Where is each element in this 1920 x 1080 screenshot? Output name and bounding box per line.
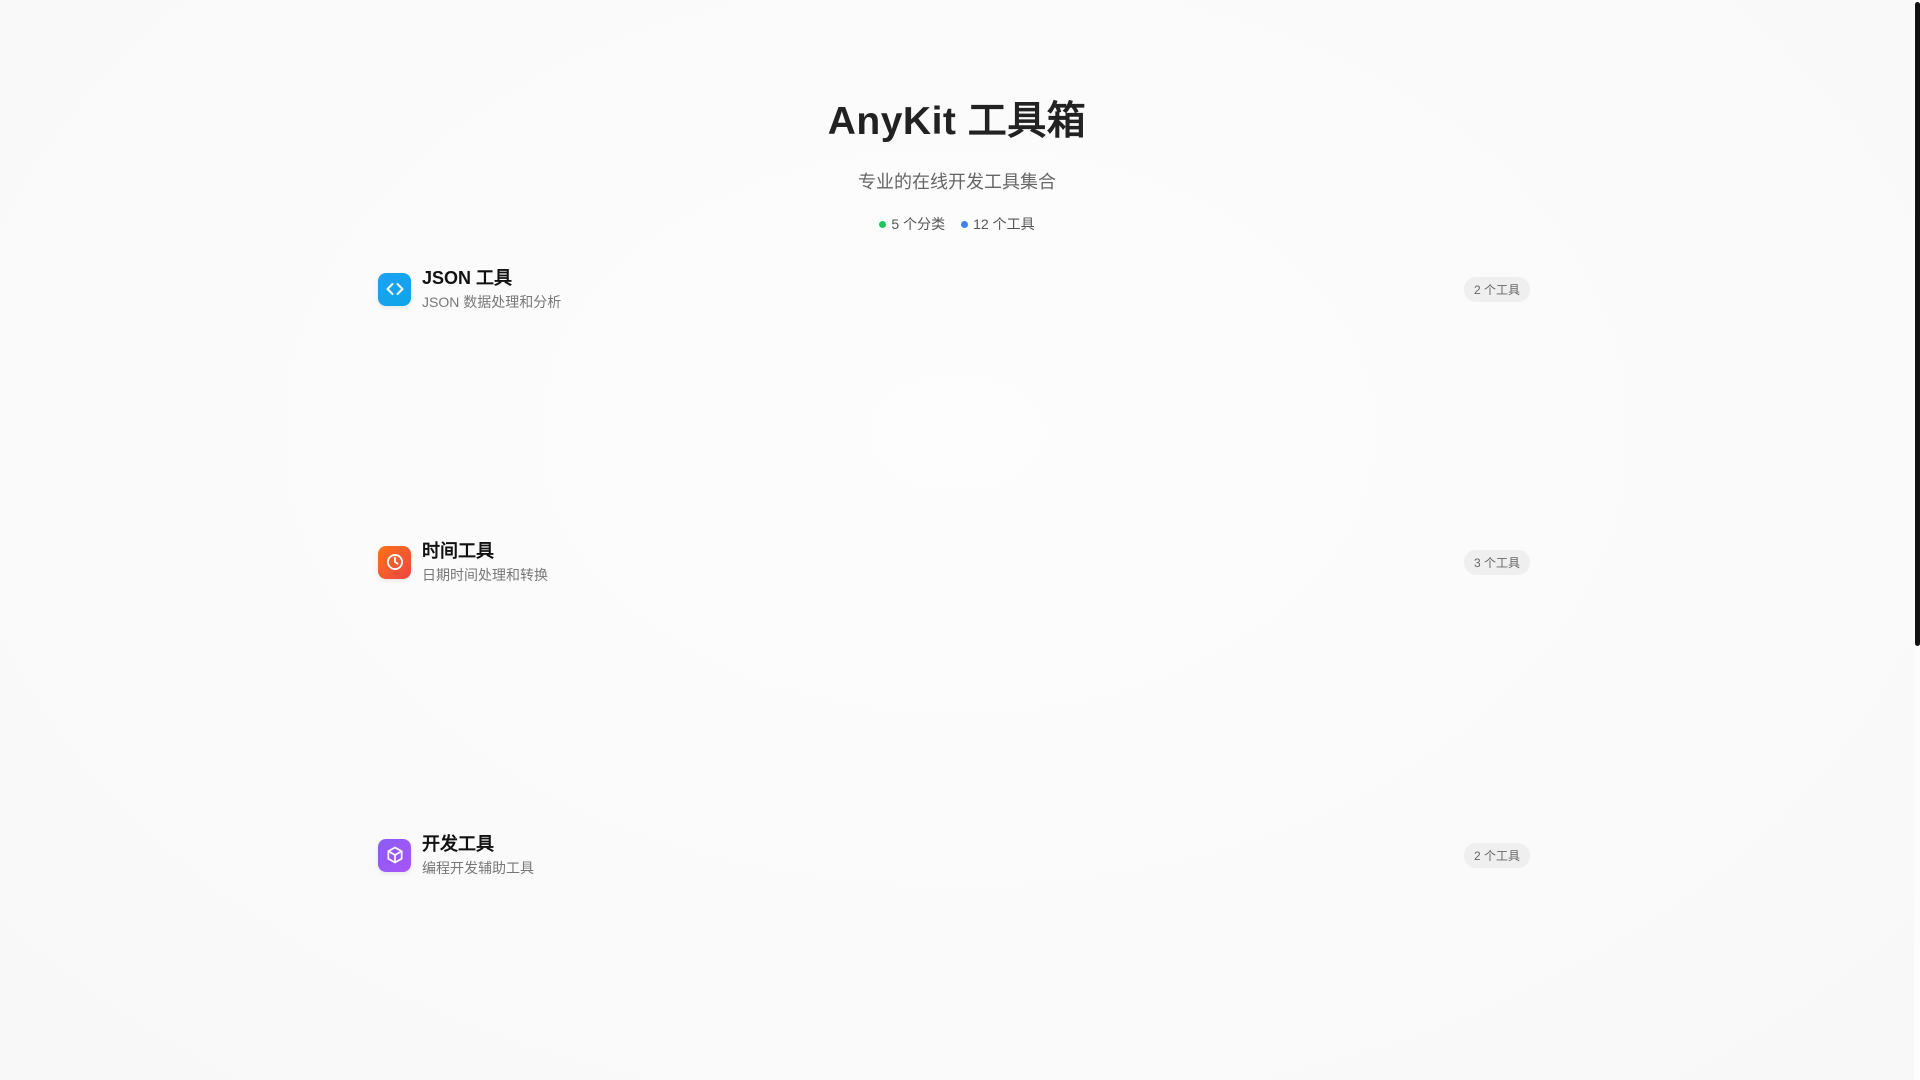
stats-bar: 5 个分类 12 个工具: [879, 214, 1035, 234]
category-time-text: 时间工具 日期时间处理和转换: [422, 540, 548, 584]
tool-count-badge: 2 个工具: [1463, 842, 1530, 868]
category-time[interactable]: 时间工具 日期时间处理和转换 3 个工具: [378, 540, 1530, 584]
stat-categories: 5 个分类: [879, 214, 945, 234]
page-background: AnyKit 工具箱 专业的在线开发工具集合 5 个分类 12 个工具 JSON…: [0, 0, 1914, 1080]
category-dev[interactable]: 开发工具 编程开发辅助工具 2 个工具: [378, 833, 1530, 877]
page-title: AnyKit 工具箱: [827, 100, 1087, 143]
hero-section: AnyKit 工具箱 专业的在线开发工具集合 5 个分类 12 个工具: [0, 90, 1914, 234]
tool-count-badge: 2 个工具: [1463, 276, 1530, 302]
stat-categories-label: 5 个分类: [891, 216, 946, 232]
green-dot-icon: [879, 220, 887, 228]
stat-tools: 12 个工具: [961, 214, 1035, 234]
category-title: 时间工具: [422, 541, 494, 561]
stat-tools-label: 12 个工具: [973, 216, 1035, 232]
category-title: JSON 工具: [422, 268, 513, 288]
category-description: 编程开发辅助工具: [422, 860, 534, 876]
vertical-scrollbar[interactable]: [1914, 0, 1920, 1080]
category-json-text: JSON 工具 JSON 数据处理和分析: [422, 267, 561, 311]
tool-count-badge: 3 个工具: [1463, 549, 1530, 575]
code-icon: [378, 272, 411, 306]
category-description: 日期时间处理和转换: [422, 567, 548, 583]
page-subtitle: 专业的在线开发工具集合: [858, 172, 1056, 192]
category-description: JSON 数据处理和分析: [422, 294, 562, 310]
clock-icon: [378, 545, 411, 579]
scrollbar-thumb[interactable]: [1915, 2, 1920, 646]
cube-icon: [378, 838, 411, 872]
category-json[interactable]: JSON 工具 JSON 数据处理和分析 2 个工具: [378, 267, 1530, 311]
category-dev-text: 开发工具 编程开发辅助工具: [422, 833, 534, 877]
category-title: 开发工具: [422, 834, 494, 854]
blue-dot-icon: [961, 220, 969, 228]
